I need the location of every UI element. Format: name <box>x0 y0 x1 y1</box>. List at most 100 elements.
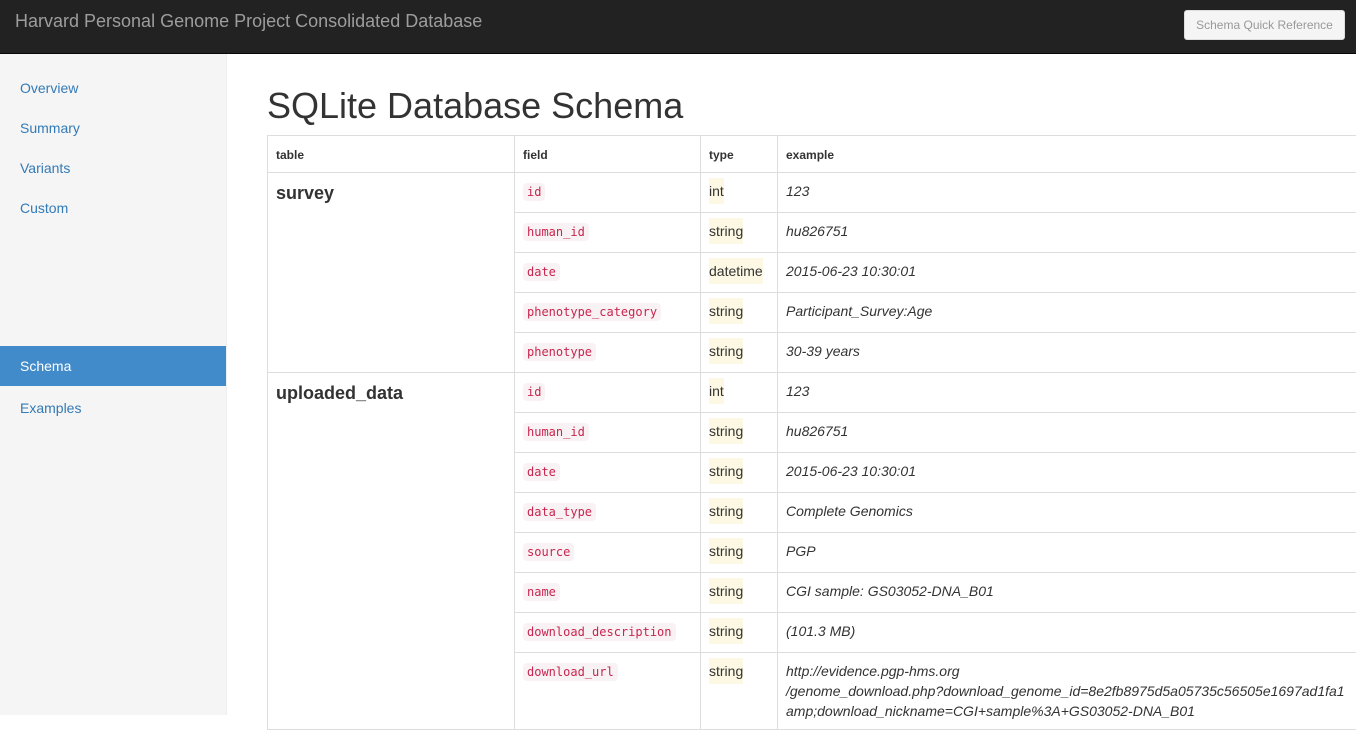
example-line: http://evidence.pgp-hms.org <box>786 661 1356 681</box>
type-cell: string <box>701 653 778 730</box>
field-cell: human_id <box>515 413 701 453</box>
example-cell: Complete Genomics <box>778 493 1356 533</box>
field-type: string <box>709 458 743 484</box>
example-value: (101.3 MB) <box>786 623 855 639</box>
type-cell: string <box>701 293 778 333</box>
field-name: date <box>523 463 560 481</box>
field-type: string <box>709 578 743 604</box>
field-type: int <box>709 378 724 404</box>
example-cell: 123 <box>778 173 1356 213</box>
field-type: string <box>709 538 743 564</box>
field-type: string <box>709 218 743 244</box>
field-cell: name <box>515 573 701 613</box>
example-value: 30-39 years <box>786 343 860 359</box>
table-row: surveyidint123 <box>268 173 1356 213</box>
field-cell: id <box>515 173 701 213</box>
example-cell: CGI sample: GS03052-DNA_B01 <box>778 573 1356 613</box>
field-name: download_description <box>523 623 676 641</box>
field-type: int <box>709 178 724 204</box>
sidebar-item-custom[interactable]: Custom <box>0 188 226 228</box>
field-name: phenotype_category <box>523 303 661 321</box>
example-value: hu826751 <box>786 423 848 439</box>
field-cell: download_url <box>515 653 701 730</box>
field-name: human_id <box>523 223 589 241</box>
example-line: amp;download_nickname=CGI+sample%3A+GS03… <box>786 701 1356 721</box>
field-cell: id <box>515 373 701 413</box>
field-name: source <box>523 543 574 561</box>
field-type: string <box>709 418 743 444</box>
field-name: id <box>523 183 545 201</box>
field-cell: human_id <box>515 213 701 253</box>
field-cell: date <box>515 253 701 293</box>
type-cell: string <box>701 613 778 653</box>
column-header-table: table <box>268 136 515 173</box>
type-cell: string <box>701 213 778 253</box>
type-cell: string <box>701 493 778 533</box>
example-cell: 2015-06-23 10:30:01 <box>778 453 1356 493</box>
example-value: hu826751 <box>786 223 848 239</box>
brand-title[interactable]: Harvard Personal Genome Project Consolid… <box>15 11 482 31</box>
field-name: date <box>523 263 560 281</box>
example-line: /genome_download.php?download_genome_id=… <box>786 681 1356 701</box>
sidebar-item-summary[interactable]: Summary <box>0 108 226 148</box>
example-cell: hu826751 <box>778 413 1356 453</box>
example-cell: 123 <box>778 373 1356 413</box>
field-type: datetime <box>709 258 763 284</box>
type-cell: int <box>701 373 778 413</box>
sidebar-item-schema[interactable]: Schema <box>0 346 226 386</box>
field-type: string <box>709 498 743 524</box>
field-cell: date <box>515 453 701 493</box>
example-cell: http://evidence.pgp-hms.org/genome_downl… <box>778 653 1356 730</box>
example-value: 2015-06-23 10:30:01 <box>786 463 916 479</box>
example-cell: 30-39 years <box>778 333 1356 373</box>
type-cell: string <box>701 453 778 493</box>
schema-table: table field type example survey id int 123 h… <box>267 135 1356 730</box>
field-name: phenotype <box>523 343 596 361</box>
table-row: uploaded_dataidint123 <box>268 373 1356 413</box>
example-value: PGP <box>786 543 816 559</box>
example-value: CGI sample: GS03052-DNA_B01 <box>786 583 994 599</box>
field-cell: data_type <box>515 493 701 533</box>
type-cell: string <box>701 573 778 613</box>
field-type: string <box>709 658 743 684</box>
example-cell: hu826751 <box>778 213 1356 253</box>
sidebar-item-examples[interactable]: Examples <box>0 388 226 428</box>
table-name-uploaded-data: uploaded_data <box>268 373 515 730</box>
field-name: id <box>523 383 545 401</box>
example-value: 2015-06-23 10:30:01 <box>786 263 916 279</box>
field-name: download_url <box>523 663 618 681</box>
example-value: Complete Genomics <box>786 503 913 519</box>
field-name: data_type <box>523 503 596 521</box>
field-cell: phenotype <box>515 333 701 373</box>
table-name-survey: survey <box>268 173 515 373</box>
example-value: Participant_Survey:Age <box>786 303 932 319</box>
example-cell: (101.3 MB) <box>778 613 1356 653</box>
sidebar: Overview Summary Variants Custom Schema … <box>0 54 227 715</box>
field-type: string <box>709 618 743 644</box>
field-cell: source <box>515 533 701 573</box>
field-cell: phenotype_category <box>515 293 701 333</box>
page-title: SQLite Database Schema <box>267 84 683 128</box>
example-cell: 2015-06-23 10:30:01 <box>778 253 1356 293</box>
field-type: string <box>709 298 743 324</box>
example-cell: PGP <box>778 533 1356 573</box>
field-name: name <box>523 583 560 601</box>
header-row: table field type example <box>268 136 1356 173</box>
type-cell: string <box>701 333 778 373</box>
column-header-example: example <box>778 136 1356 173</box>
top-navbar: Harvard Personal Genome Project Consolid… <box>0 0 1356 54</box>
example-value: 123 <box>786 383 809 399</box>
column-header-field: field <box>515 136 701 173</box>
field-name: human_id <box>523 423 589 441</box>
schema-quick-reference-button[interactable]: Schema Quick Reference <box>1184 10 1345 40</box>
sidebar-item-overview[interactable]: Overview <box>0 68 226 108</box>
type-cell: int <box>701 173 778 213</box>
sidebar-item-variants[interactable]: Variants <box>0 148 226 188</box>
type-cell: string <box>701 533 778 573</box>
type-cell: string <box>701 413 778 453</box>
column-header-type: type <box>701 136 778 173</box>
example-value: 123 <box>786 183 809 199</box>
example-cell: Participant_Survey:Age <box>778 293 1356 333</box>
field-type: string <box>709 338 743 364</box>
field-cell: download_description <box>515 613 701 653</box>
